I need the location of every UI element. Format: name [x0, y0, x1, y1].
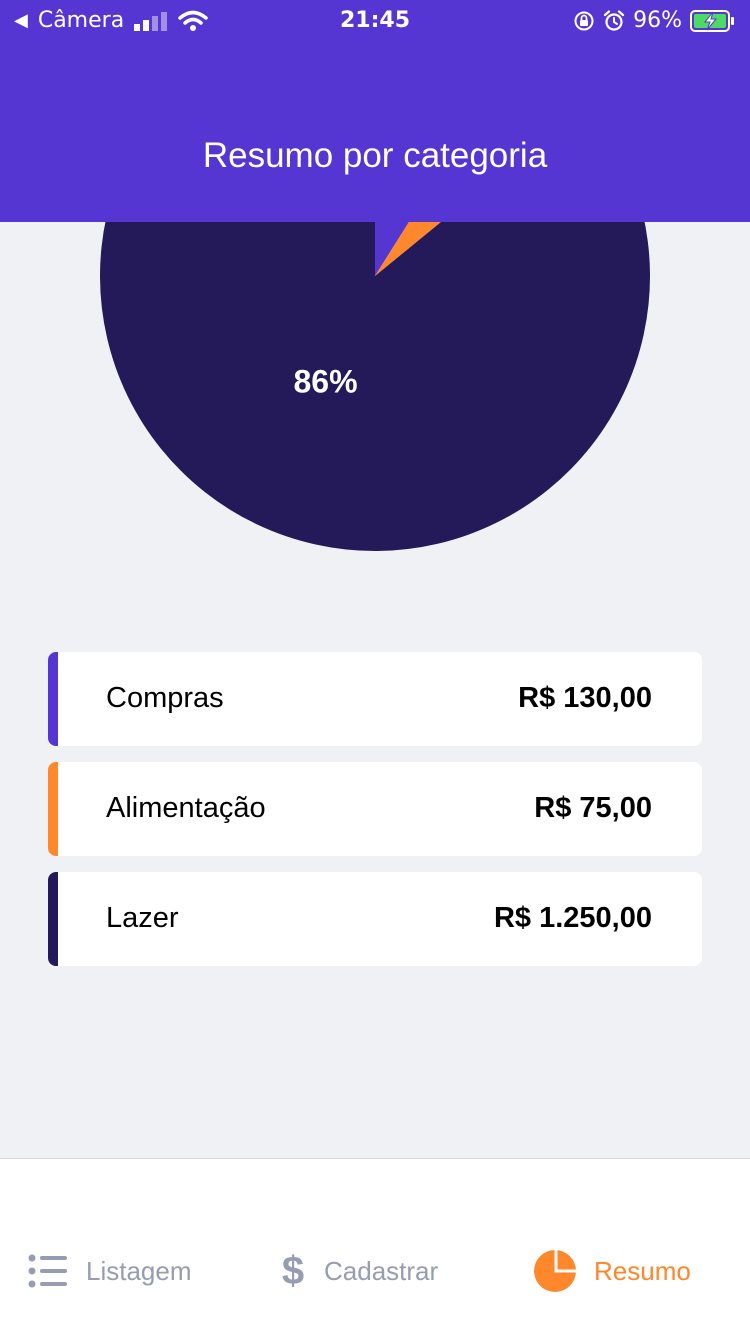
category-amount: R$ 130,00: [518, 682, 652, 714]
category-card[interactable]: Lazer R$ 1.250,00: [48, 872, 702, 966]
tab-resumo[interactable]: Resumo: [534, 1249, 691, 1293]
tab-listagem[interactable]: Listagem: [28, 1249, 192, 1293]
category-name: Compras: [106, 682, 224, 714]
category-list: Compras R$ 130,00 Alimentação R$ 75,00 L…: [48, 652, 702, 982]
tab-label: Resumo: [594, 1255, 691, 1286]
header: Resumo por categoria: [0, 42, 750, 222]
category-color-bar: [48, 872, 58, 966]
tab-label: Cadastrar: [324, 1255, 439, 1286]
status-bar: ◀ Câmera 21:45 96%: [0, 0, 750, 42]
tab-cadastrar[interactable]: $ Cadastrar: [280, 1249, 438, 1293]
category-card[interactable]: Compras R$ 130,00: [48, 652, 702, 746]
category-color-bar: [48, 652, 58, 746]
tab-label: Listagem: [86, 1255, 192, 1286]
list-icon: [28, 1254, 67, 1288]
status-right: 96%: [573, 8, 736, 33]
pie-chart-icon: [534, 1250, 576, 1292]
category-card[interactable]: Alimentação R$ 75,00: [48, 762, 702, 856]
category-color-bar: [48, 762, 58, 856]
bottom-tab-bar: Listagem $ Cadastrar Resumo: [0, 1158, 750, 1335]
battery-percent: 96%: [633, 8, 682, 33]
pie-data-label: 86%: [294, 363, 358, 399]
dollar-icon: $: [281, 1248, 305, 1293]
category-name: Lazer: [106, 902, 179, 934]
category-amount: R$ 1.250,00: [493, 902, 652, 934]
category-amount: R$ 75,00: [534, 792, 652, 824]
battery-charging-icon: [690, 9, 734, 32]
alarm-icon: [603, 9, 625, 31]
rotation-lock-icon: [574, 11, 594, 30]
page-title: Resumo por categoria: [202, 136, 548, 175]
category-name: Alimentação: [106, 792, 266, 824]
